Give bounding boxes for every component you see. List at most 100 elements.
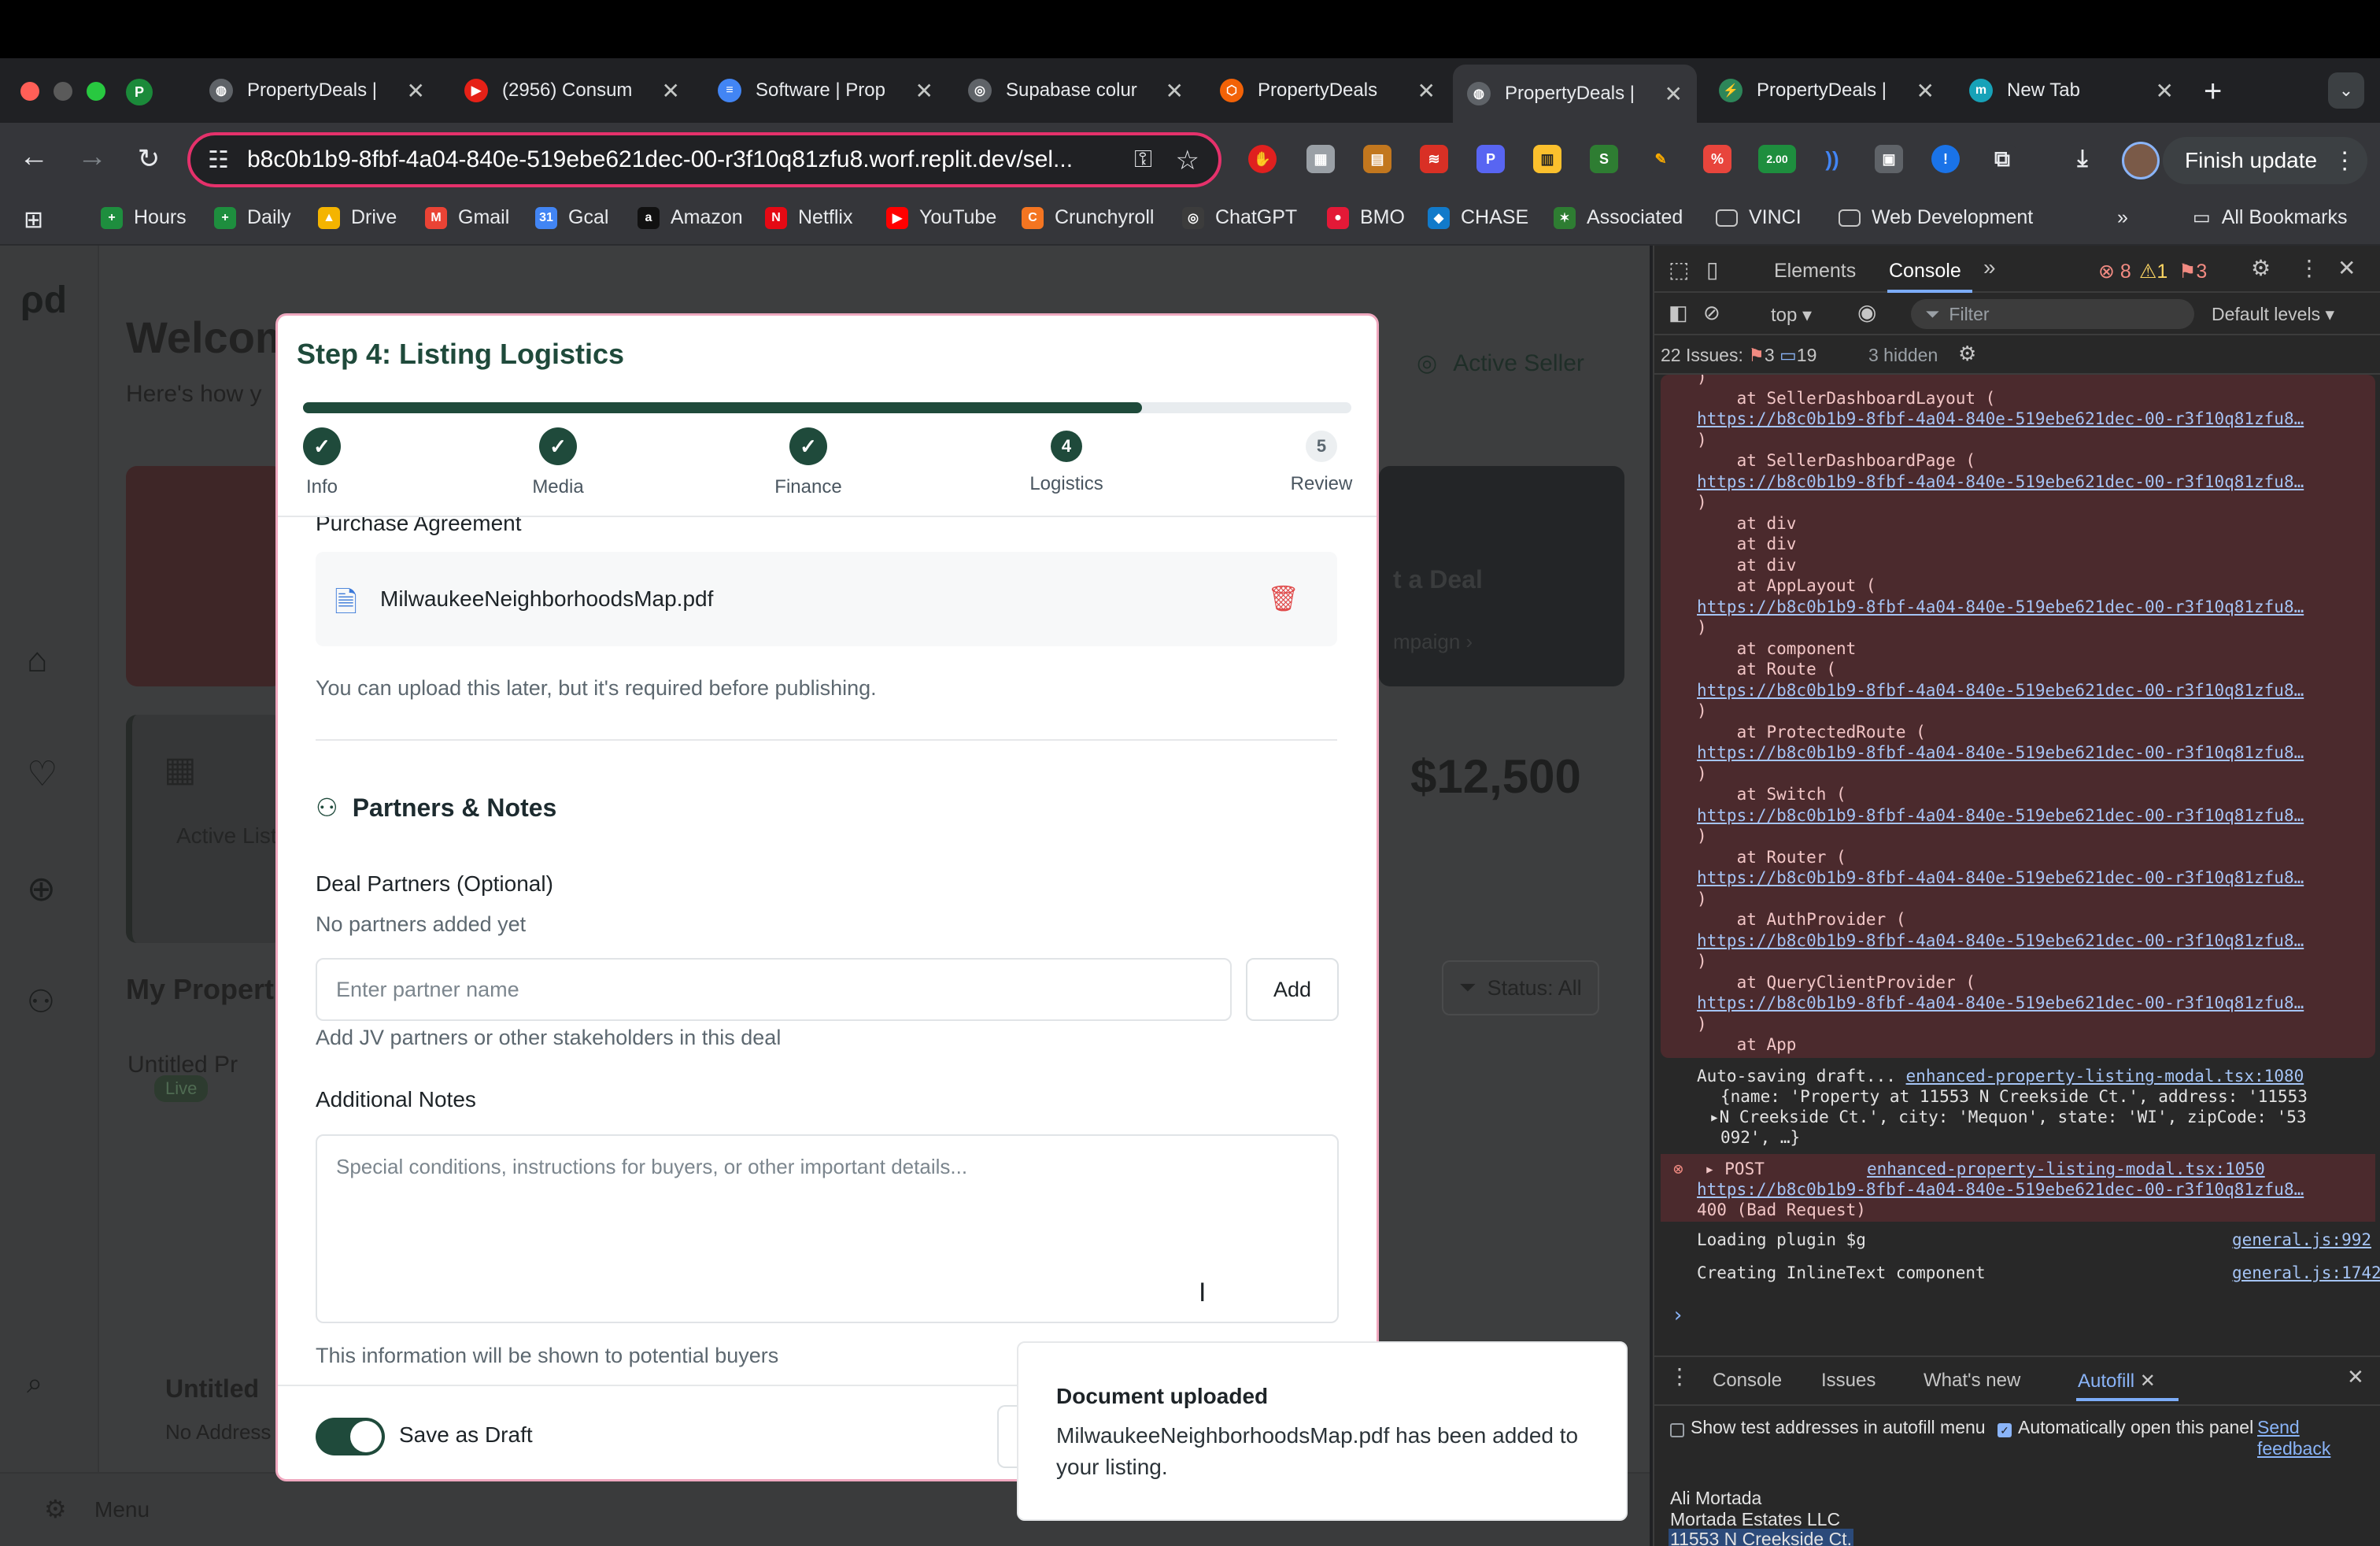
- browser-tab[interactable]: ◎ Supabase colur ✕: [954, 65, 1198, 117]
- extension-grey-icon[interactable]: ▦: [1306, 145, 1335, 173]
- bookmark-item[interactable]: ▶ YouTube: [886, 206, 996, 229]
- extension-percent-icon[interactable]: %: [1703, 145, 1731, 173]
- send-feedback-link[interactable]: Send feedback: [2257, 1417, 2367, 1459]
- browser-tab[interactable]: m New Tab ✕: [1955, 65, 2188, 117]
- post-source[interactable]: enhanced-property-listing-modal.tsx:1050: [1867, 1159, 2265, 1180]
- site-info-icon[interactable]: ☷: [208, 146, 229, 174]
- bookmark-item[interactable]: C Crunchyroll: [1022, 206, 1154, 229]
- wizard-step-media[interactable]: ✓ Media: [495, 427, 621, 498]
- close-tab-icon[interactable]: ✕: [1665, 81, 1683, 107]
- start-deal-card[interactable]: t a Deal mpaign ›: [1379, 466, 1624, 686]
- more-bookmarks-icon[interactable]: »: [2117, 206, 2128, 229]
- drawer-tab-autofill[interactable]: Autofill ✕: [2078, 1370, 2156, 1393]
- device-toolbar-icon[interactable]: ▯: [1706, 257, 1718, 283]
- search-icon[interactable]: ⌕: [27, 1367, 42, 1400]
- extension-counter-icon[interactable]: 2.00: [1758, 145, 1796, 173]
- add-partner-button[interactable]: Add: [1246, 958, 1339, 1021]
- close-tab-icon[interactable]: ✕: [1166, 78, 1184, 104]
- stack-source-link[interactable]: https://b8c0b1b9-8fbf-4a04-840e-519ebe62…: [1697, 472, 2304, 493]
- wizard-step-review[interactable]: 5 Review: [1258, 427, 1377, 495]
- devtools-more-icon[interactable]: ⋮: [2298, 255, 2320, 281]
- stack-source-link[interactable]: https://b8c0b1b9-8fbf-4a04-840e-519ebe62…: [1697, 867, 2304, 889]
- post-url[interactable]: https://b8c0b1b9-8fbf-4a04-840e-519ebe62…: [1697, 1179, 2304, 1200]
- autosave-object-1[interactable]: {name: 'Property at 11553 N Creekside Ct…: [1720, 1086, 2308, 1108]
- stack-url[interactable]: https://b8c0b1b9-8fbf-4a04-840e-519ebe62…: [1697, 993, 2304, 1012]
- stack-url[interactable]: https://b8c0b1b9-8fbf-4a04-840e-519ebe62…: [1697, 681, 2304, 700]
- add-circle-icon[interactable]: ⊕: [27, 869, 56, 909]
- campaign-link[interactable]: mpaign ›: [1393, 630, 1473, 654]
- clear-console-icon[interactable]: ⊘: [1703, 301, 1720, 325]
- heart-icon[interactable]: ♡: [27, 754, 57, 794]
- zoom-window-button[interactable]: [87, 82, 105, 101]
- inspect-icon[interactable]: ⬚: [1669, 257, 1689, 283]
- browser-tab[interactable]: ⬡ PropertyDeals ✕: [1206, 65, 1450, 117]
- stack-url[interactable]: https://b8c0b1b9-8fbf-4a04-840e-519ebe62…: [1697, 743, 2304, 762]
- address-bar[interactable]: ☷ b8c0b1b9-8fbf-4a04-840e-519ebe621dec-0…: [187, 132, 1221, 187]
- stack-url[interactable]: https://b8c0b1b9-8fbf-4a04-840e-519ebe62…: [1697, 409, 2304, 428]
- forward-icon[interactable]: →: [74, 140, 110, 174]
- autosave-object-2[interactable]: ▸N Creekside Ct.', city: 'Mequon', state…: [1709, 1107, 2307, 1128]
- plugin-source[interactable]: general.js:992: [2232, 1230, 2371, 1251]
- autosave-source-link[interactable]: enhanced-property-listing-modal.tsx:1080: [1906, 1067, 2304, 1086]
- bookmark-item[interactable]: + Daily: [214, 206, 291, 229]
- browser-tab[interactable]: ▶ (2956) Consum ✕: [450, 65, 694, 117]
- wizard-step-logistics[interactable]: 4 Logistics: [1003, 427, 1129, 495]
- profile-avatar[interactable]: [2122, 142, 2160, 179]
- bookmark-star-icon[interactable]: ☆: [1176, 145, 1199, 176]
- browser-tab[interactable]: ≡ Software | Prop ✕: [704, 65, 948, 117]
- minimize-window-button[interactable]: [54, 82, 72, 101]
- browser-tab[interactable]: ◍ PropertyDeals | ✕: [1453, 65, 1697, 123]
- bookmark-item[interactable]: 31 Gcal: [535, 206, 608, 229]
- all-bookmarks-folder[interactable]: ▭ All Bookmarks: [2193, 206, 2347, 229]
- extensions-puzzle-icon[interactable]: ⧉: [1988, 145, 2016, 173]
- bookmark-item[interactable]: a Amazon: [638, 206, 743, 229]
- close-devtools-icon[interactable]: ✕: [2338, 255, 2356, 281]
- issues-summary[interactable]: 22 Issues: ⚑3 ▭19: [1661, 345, 1816, 366]
- close-window-button[interactable]: [20, 82, 39, 101]
- stack-source-link[interactable]: https://b8c0b1b9-8fbf-4a04-840e-519ebe62…: [1697, 805, 2304, 827]
- issues-count[interactable]: ⚑3: [2179, 260, 2207, 283]
- back-icon[interactable]: ←: [16, 140, 52, 174]
- drawer-tab-issues[interactable]: Issues: [1821, 1370, 1876, 1392]
- stack-source-link[interactable]: https://b8c0b1b9-8fbf-4a04-840e-519ebe62…: [1697, 680, 2304, 701]
- user-icon[interactable]: ⚇: [27, 984, 55, 1020]
- browser-tab[interactable]: ◍ PropertyDeals | ✕: [195, 65, 439, 117]
- tab-console[interactable]: Console: [1889, 260, 1961, 283]
- context-selector[interactable]: top ▾: [1771, 304, 1812, 327]
- more-vert-icon[interactable]: ⋮: [2333, 147, 2356, 175]
- bookmark-item[interactable]: ◆ CHASE: [1428, 206, 1528, 229]
- bookmark-item[interactable]: + Hours: [101, 206, 187, 229]
- extension-yellow-icon[interactable]: ▥: [1533, 145, 1561, 173]
- stack-url[interactable]: https://b8c0b1b9-8fbf-4a04-840e-519ebe62…: [1697, 472, 2304, 491]
- sidebar-toggle-icon[interactable]: ◧: [1669, 301, 1688, 325]
- post-url-link[interactable]: https://b8c0b1b9-8fbf-4a04-840e-519ebe62…: [1697, 1180, 2304, 1199]
- extension-todoist-icon[interactable]: ≋: [1420, 145, 1448, 173]
- close-tab-icon[interactable]: ✕: [1417, 78, 1436, 104]
- bookmark-item[interactable]: M Gmail: [425, 206, 509, 229]
- apps-grid-icon[interactable]: ⊞: [24, 206, 43, 234]
- profile-chip-icon[interactable]: P: [126, 79, 153, 105]
- close-tab-icon[interactable]: ✕: [2156, 78, 2174, 104]
- close-tab-icon[interactable]: ✕: [2140, 1370, 2156, 1392]
- browser-tab[interactable]: ⚡ PropertyDeals | ✕: [1705, 65, 1949, 117]
- extension-stop-icon[interactable]: ✋: [1248, 145, 1277, 173]
- bookmark-item[interactable]: N Netflix: [765, 206, 852, 229]
- bookmark-item[interactable]: ▲ Drive: [318, 206, 397, 229]
- wizard-step-info[interactable]: ✓ Info: [278, 427, 385, 498]
- plugin-source-link[interactable]: general.js:992: [2232, 1230, 2371, 1249]
- stack-url[interactable]: https://b8c0b1b9-8fbf-4a04-840e-519ebe62…: [1697, 806, 2304, 825]
- extension-wave-icon[interactable]: )): [1818, 145, 1846, 173]
- post-source-link[interactable]: enhanced-property-listing-modal.tsx:1050: [1867, 1160, 2265, 1178]
- bookmark-item[interactable]: ✶ Associated: [1554, 206, 1683, 229]
- close-tab-icon[interactable]: ✕: [407, 78, 425, 104]
- show-test-addresses-checkbox[interactable]: [1670, 1423, 1684, 1437]
- extension-green-s-icon[interactable]: S: [1590, 145, 1618, 173]
- downloads-icon[interactable]: ⤓: [2068, 145, 2097, 173]
- post-request-log[interactable]: ▸ POST: [1705, 1159, 1765, 1180]
- error-count[interactable]: ⊗ 8: [2098, 260, 2131, 283]
- save-draft-toggle[interactable]: [316, 1418, 385, 1455]
- settings-gear-icon[interactable]: ⚙: [2251, 255, 2271, 281]
- console-prompt[interactable]: ›: [1672, 1305, 1684, 1326]
- bookmark-item[interactable]: ▭ VINCI: [1716, 206, 1802, 229]
- password-key-icon[interactable]: ⚿: [1134, 146, 1152, 173]
